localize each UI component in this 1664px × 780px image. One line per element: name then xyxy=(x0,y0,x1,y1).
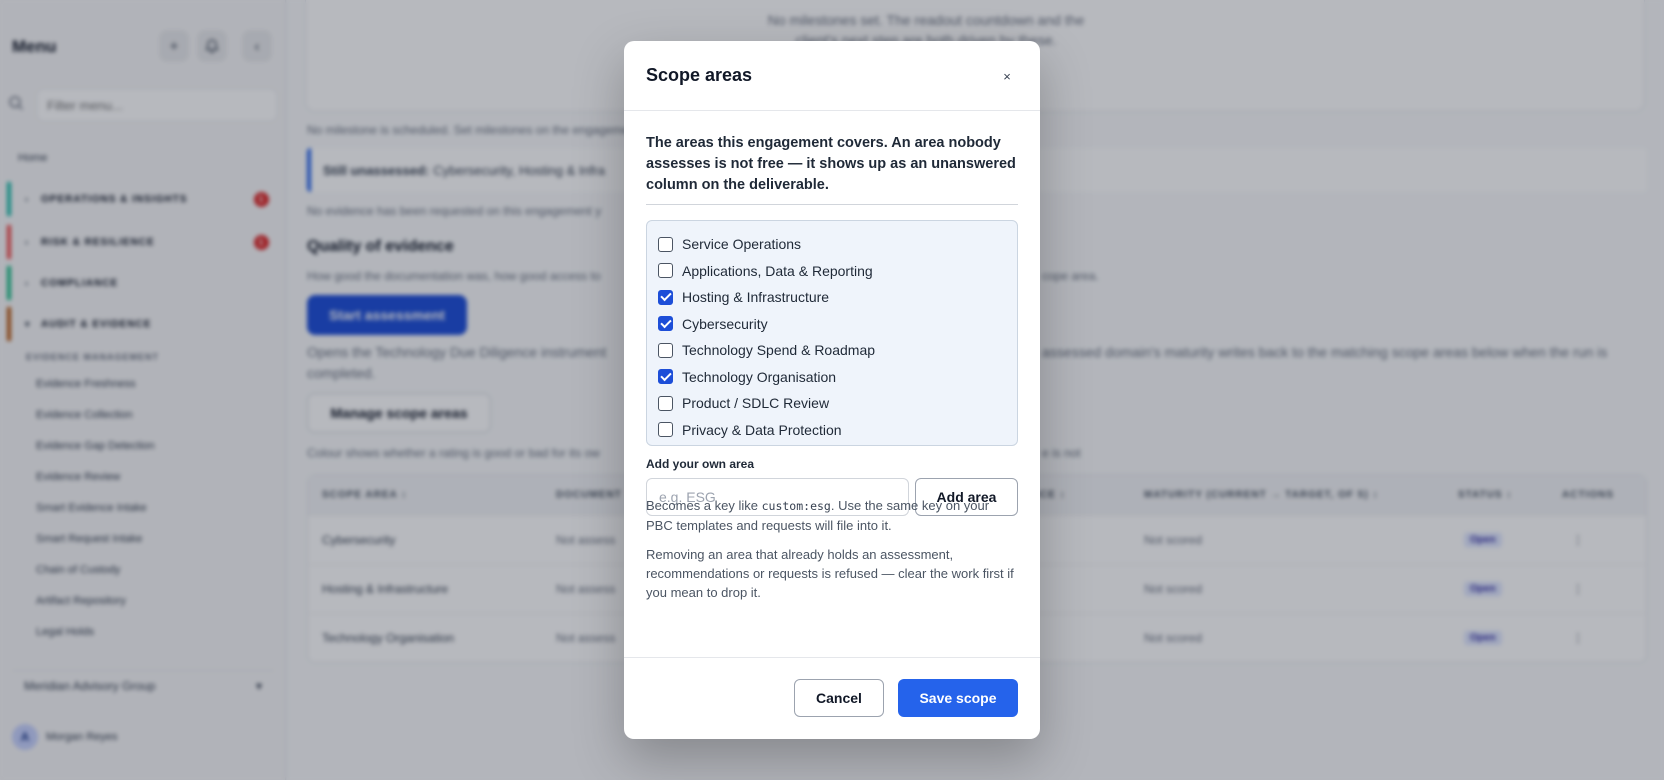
add-own-area-label: Add your own area xyxy=(646,457,755,471)
scope-area-option[interactable]: Technology Organisation xyxy=(658,364,1006,391)
scope-area-option[interactable]: Product / SDLC Review xyxy=(658,390,1006,417)
checkbox[interactable] xyxy=(658,236,673,252)
scope-area-option[interactable]: Applications, Data & Reporting xyxy=(658,258,1006,285)
scope-area-label: Service Operations xyxy=(682,236,802,253)
checkbox[interactable] xyxy=(658,395,673,411)
key-hint-text: Becomes a key like custom:esg. Use the s… xyxy=(646,496,1018,535)
checkbox[interactable] xyxy=(658,369,673,385)
divider xyxy=(646,204,1018,205)
scope-area-option[interactable]: Technology Spend & Roadmap xyxy=(658,337,1006,364)
scope-area-label: Applications, Data & Reporting xyxy=(682,262,873,279)
scope-area-option[interactable]: Cybersecurity xyxy=(658,311,1006,338)
save-scope-button[interactable]: Save scope xyxy=(898,679,1018,717)
scope-area-label: Privacy & Data Protection xyxy=(682,421,842,438)
scope-area-checklist: Service Operations Applications, Data & … xyxy=(646,220,1018,446)
checkbox[interactable] xyxy=(658,316,673,332)
checkbox[interactable] xyxy=(658,289,673,305)
scope-area-option[interactable]: Service Operations xyxy=(658,231,1006,258)
checkbox[interactable] xyxy=(658,422,673,438)
dialog-header: Scope areas × xyxy=(624,41,1040,111)
close-icon[interactable]: × xyxy=(996,65,1018,87)
removal-warning-text: Removing an area that already holds an a… xyxy=(646,547,1014,600)
scope-area-label: Hosting & Infrastructure xyxy=(682,289,830,306)
scope-area-option[interactable]: Hosting & Infrastructure xyxy=(658,284,1006,311)
checkbox[interactable] xyxy=(658,263,673,279)
dialog-intro: The areas this engagement covers. An are… xyxy=(646,135,1016,193)
dialog-footer-divider xyxy=(624,657,1040,658)
scope-area-label: Product / SDLC Review xyxy=(682,395,830,412)
scope-area-option[interactable]: Privacy & Data Protection xyxy=(658,417,1006,444)
scope-area-label: Cybersecurity xyxy=(682,315,768,332)
scope-areas-dialog: Scope areas × The areas this engagement … xyxy=(624,41,1040,739)
hint-part: Becomes a key like xyxy=(646,498,762,513)
dialog-title: Scope areas xyxy=(646,65,753,85)
scope-area-label: Technology Organisation xyxy=(682,368,837,385)
scope-area-label: Technology Spend & Roadmap xyxy=(682,342,876,359)
cancel-button[interactable]: Cancel xyxy=(794,679,884,717)
key-example: custom:esg xyxy=(761,499,831,513)
checkbox[interactable] xyxy=(658,342,673,358)
